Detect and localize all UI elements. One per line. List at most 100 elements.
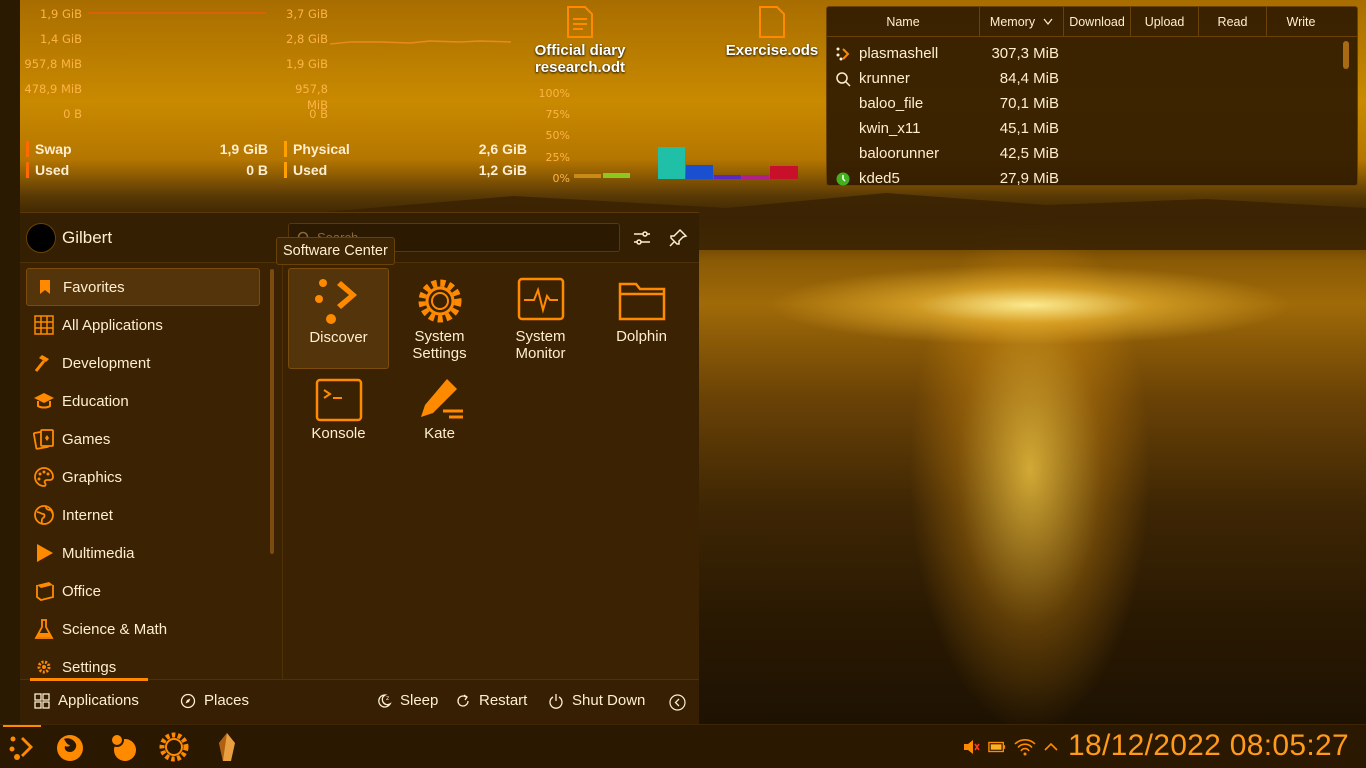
shutdown-button[interactable]: Shut Down xyxy=(548,692,645,709)
launcher-footer: Applications Places z Sleep Restart Shut… xyxy=(20,678,699,725)
cpu-bar xyxy=(574,174,601,178)
gear-icon xyxy=(37,660,51,674)
discover-icon xyxy=(314,279,357,324)
swap-axis-label: 1,9 GiB xyxy=(40,7,82,21)
process-memory: 70,1 MiB xyxy=(999,95,1059,112)
app-label: System Monitor xyxy=(515,328,566,362)
app-system-settings[interactable]: System Settings xyxy=(389,268,490,369)
app-konsole[interactable]: Konsole xyxy=(288,369,389,470)
document-icon xyxy=(567,6,593,38)
desktop-file-diary[interactable]: Official diary research.odt xyxy=(530,6,630,76)
category-science-math[interactable]: Science & Math xyxy=(26,610,260,648)
app-discover[interactable]: Discover xyxy=(288,268,389,369)
process-memory: 45,1 MiB xyxy=(999,120,1059,137)
column-memory[interactable]: Memory xyxy=(980,7,1064,36)
memory-usage-widget: 1,9 GiB 1,4 GiB 957,8 MiB 478,9 MiB 0 B … xyxy=(20,0,530,200)
crystal-app-icon[interactable] xyxy=(211,731,243,763)
category-graphics[interactable]: Graphics xyxy=(26,458,260,496)
table-row[interactable]: krunner 84,4 MiB xyxy=(827,66,1357,91)
desktop-file-exercise[interactable]: Exercise.ods xyxy=(724,6,820,59)
sort-down-icon xyxy=(1043,18,1053,25)
category-development[interactable]: Development xyxy=(26,344,260,382)
category-favorites[interactable]: Favorites xyxy=(26,268,260,306)
cpu-axis-label: 50% xyxy=(545,129,570,143)
globe-icon xyxy=(34,505,54,525)
category-label: Multimedia xyxy=(62,544,135,562)
restart-button[interactable]: Restart xyxy=(455,692,527,709)
physical-legend: Physical 2,6 GiB Used 1,2 GiB xyxy=(284,138,527,180)
column-upload[interactable]: Upload xyxy=(1131,7,1199,36)
process-table-header: Name Memory Download Upload Read Write xyxy=(827,7,1357,37)
compass-icon xyxy=(180,693,196,708)
discover-taskbar-icon[interactable] xyxy=(106,731,138,763)
category-education[interactable]: Education xyxy=(26,382,260,420)
table-row[interactable]: baloorunner 42,5 MiB xyxy=(827,141,1357,166)
palette-icon xyxy=(34,467,54,487)
search-icon xyxy=(836,71,851,87)
category-label: Internet xyxy=(62,506,113,524)
swap-graph-line xyxy=(88,12,266,14)
grid-icon xyxy=(34,315,54,335)
activity-bar xyxy=(742,175,769,179)
cpu-bar xyxy=(603,173,630,178)
column-download[interactable]: Download xyxy=(1064,7,1131,36)
tab-applications[interactable]: Applications xyxy=(34,692,139,709)
table-row[interactable]: baloo_file 70,1 MiB xyxy=(827,91,1357,116)
cpu-axis: 100% 75% 50% 25% 0% xyxy=(530,86,570,192)
category-multimedia[interactable]: Multimedia xyxy=(26,534,260,572)
application-launcher: Gilbert Search... Favorites All Applicat… xyxy=(20,212,699,725)
category-label: Office xyxy=(62,582,101,600)
process-name: plasmashell xyxy=(859,45,939,62)
activity-bar xyxy=(658,147,685,179)
app-label: Konsole xyxy=(311,425,366,442)
process-table-scrollbar[interactable] xyxy=(1343,41,1349,69)
graduation-cap-icon xyxy=(34,393,54,409)
process-memory: 307,3 MiB xyxy=(991,45,1059,62)
column-name[interactable]: Name xyxy=(827,7,980,36)
wifi-icon[interactable] xyxy=(1014,738,1036,756)
table-row[interactable]: kwin_x11 45,1 MiB xyxy=(827,116,1357,141)
tab-places[interactable]: Places xyxy=(180,692,249,709)
category-label: Games xyxy=(62,430,111,448)
column-write[interactable]: Write xyxy=(1267,7,1335,36)
sleep-button[interactable]: z Sleep xyxy=(376,692,438,709)
firefox-icon[interactable] xyxy=(54,731,86,763)
column-read[interactable]: Read xyxy=(1199,7,1267,36)
app-system-monitor[interactable]: System Monitor xyxy=(490,268,591,369)
plasma-launcher-icon[interactable] xyxy=(7,731,39,763)
avatar[interactable] xyxy=(26,223,56,253)
category-label: Science & Math xyxy=(62,620,168,638)
configure-icon[interactable] xyxy=(631,227,653,249)
app-kate[interactable]: Kate xyxy=(389,369,490,470)
system-settings-taskbar-icon[interactable] xyxy=(158,731,190,763)
category-games[interactable]: Games xyxy=(26,420,260,458)
category-all-applications[interactable]: All Applications xyxy=(26,306,260,344)
desktop-file-label: Official diary research.odt xyxy=(534,42,626,76)
physical-axis-label: 957,8 MiB xyxy=(295,82,328,112)
table-row[interactable]: plasmashell 307,3 MiB xyxy=(827,41,1357,66)
tooltip: Software Center xyxy=(276,237,395,265)
play-icon xyxy=(37,544,53,562)
pin-icon[interactable] xyxy=(667,227,689,249)
battery-icon[interactable] xyxy=(988,738,1006,756)
category-internet[interactable]: Internet xyxy=(26,496,260,534)
category-label: Settings xyxy=(62,658,117,676)
category-office[interactable]: Office xyxy=(26,572,260,610)
chevron-up-icon[interactable] xyxy=(1042,738,1060,756)
table-row[interactable]: kded5 27,9 MiB xyxy=(827,166,1357,191)
swap-axis-label: 1,4 GiB xyxy=(40,32,82,46)
category-scrollbar[interactable] xyxy=(270,269,274,554)
app-label: Kate xyxy=(424,425,455,442)
kded-icon xyxy=(836,172,850,185)
physical-graph-line xyxy=(330,40,512,45)
swap-legend-row: Swap 1,9 GiB xyxy=(26,138,268,159)
physical-axis-label: 3,7 GiB xyxy=(286,7,328,21)
power-icon xyxy=(549,693,563,709)
kate-icon xyxy=(420,379,463,419)
volume-muted-icon[interactable] xyxy=(962,738,980,756)
digital-clock[interactable]: 18/12/2022 08:05:27 xyxy=(1068,729,1349,763)
physical-axis: 3,7 GiB 2,8 GiB 1,9 GiB 957,8 MiB 0 B xyxy=(280,6,328,131)
app-dolphin[interactable]: Dolphin xyxy=(591,268,692,369)
applications-grid-icon xyxy=(34,692,50,709)
collapse-left-icon[interactable] xyxy=(669,694,686,711)
